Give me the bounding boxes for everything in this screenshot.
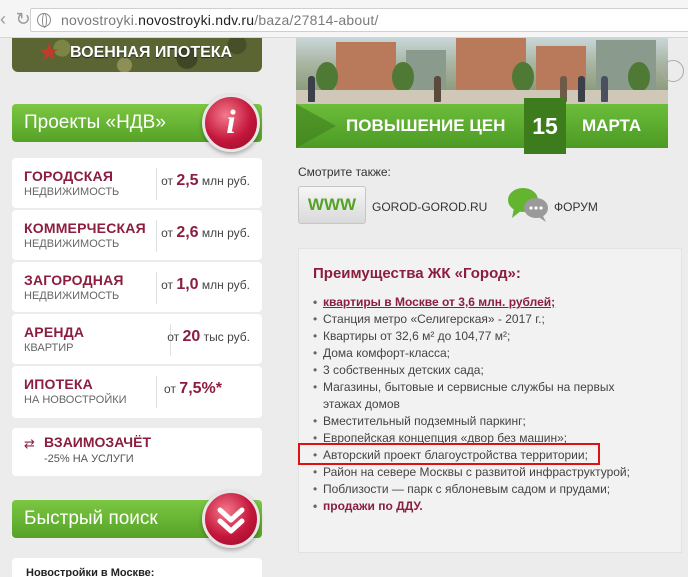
www-icon[interactable]: WWW: [298, 186, 366, 224]
price-increase-day: 15: [524, 98, 566, 154]
novostroyki-label: Новостройки в Москве:: [26, 567, 155, 577]
card-price: от 2,6 млн руб.: [161, 224, 250, 241]
back-arrow-icon[interactable]: ‹: [0, 10, 12, 28]
quick-search-label: Быстрый поиск: [24, 508, 158, 529]
card-title: ИПОТЕКА: [24, 376, 93, 392]
card-rent[interactable]: АРЕНДА КВАРТИР от 20 тыс руб.: [12, 314, 262, 364]
chevron-double-down-shape: [217, 507, 245, 534]
advantages-list: квартиры в Москве от 3,6 млн. рублей; Ст…: [313, 294, 643, 515]
card-mortgage[interactable]: ИПОТЕКА НА НОВОСТРОЙКИ от 7,5%*: [12, 366, 262, 418]
card-commercial-realty[interactable]: КОММЕРЧЕСКАЯ НЕДВИЖИМОСТЬ от 2,6 млн руб…: [12, 210, 262, 260]
main-content: ПОВЫШЕНИЕ ЦЕН 15 МАРТА Смотрите также: W…: [296, 38, 688, 577]
globe-icon: [37, 13, 51, 28]
card-subtitle: НЕДВИЖИМОСТЬ: [24, 238, 120, 250]
list-item: Дома комфорт-класса;: [313, 345, 643, 362]
card-subtitle: НА НОВОСТРОЙКИ: [24, 394, 127, 406]
price-increase-banner[interactable]: ПОВЫШЕНИЕ ЦЕН 15 МАРТА: [296, 98, 668, 154]
url-domain: novostroyki.ndv.ru: [138, 12, 255, 28]
list-item: Вместительный подземный паркинг;: [313, 413, 643, 430]
list-item: Квартиры от 32,6 м² до 104,77 м²;: [313, 328, 643, 345]
card-title: КОММЕРЧЕСКАЯ: [24, 220, 146, 236]
forum-chat-icon[interactable]: [506, 186, 550, 224]
browser-address-bar: ‹ ↻ novostroyki.novostroyki.ndv.ru/baza/…: [0, 0, 688, 38]
left-sidebar: ★ ВОЕННАЯ ИПОТЕКА Проекты «НДВ» i ГОРОДС…: [0, 38, 270, 577]
list-item-ddu: продажи по ДДУ.: [313, 498, 643, 515]
star-icon: ★: [38, 39, 60, 66]
list-item: 3 собственных детских сада;: [313, 362, 643, 379]
swap-icon: ⇄: [24, 436, 35, 451]
list-item: Район на севере Москвы с развитой инфрас…: [313, 464, 643, 481]
complex-photo-banner[interactable]: [296, 38, 668, 104]
price-increase-text: ПОВЫШЕНИЕ ЦЕН: [346, 116, 506, 135]
card-divider: [156, 168, 157, 200]
url-text: novostroyki.novostroyki.ndv.ru/baza/2781…: [61, 12, 379, 28]
advantage-item-price-link[interactable]: квартиры в Москве от 3,6 млн. рублей;: [313, 294, 643, 311]
card-city-realty[interactable]: ГОРОДСКАЯ НЕДВИЖИМОСТЬ от 2,5 млн руб.: [12, 158, 262, 208]
card-subtitle: КВАРТИР: [24, 342, 74, 354]
list-item: Поблизости — парк с яблоневым садом и пр…: [313, 481, 643, 498]
card-price: от 20 тыс руб.: [167, 328, 250, 345]
see-also-label: Смотрите также:: [298, 165, 391, 179]
novostroyki-box: Новостройки в Москве:: [12, 558, 262, 577]
chevron-double-down-icon[interactable]: [202, 490, 260, 548]
swap-subtitle: -25% НА УСЛУГИ: [44, 453, 134, 465]
forum-link[interactable]: ФОРУМ: [554, 200, 598, 214]
info-icon[interactable]: i: [202, 94, 260, 152]
card-price: от 7,5%*: [164, 380, 222, 397]
swap-title: ВЗАИМОЗАЧЁТ: [44, 434, 151, 450]
highlight-box: [298, 443, 600, 465]
banner-arrow-decoration: [296, 104, 336, 148]
advantages-title: Преимущества ЖК «Город»:: [313, 265, 521, 282]
url-path: /baza/27814-about/: [254, 12, 379, 28]
list-item: Станция метро «Селигерская» - 2017 г.;: [313, 311, 643, 328]
card-title: ГОРОДСКАЯ: [24, 168, 114, 184]
card-divider: [156, 376, 157, 408]
card-title: ЗАГОРОДНАЯ: [24, 272, 124, 288]
military-mortgage-banner[interactable]: ★ ВОЕННАЯ ИПОТЕКА: [12, 38, 262, 72]
card-subtitle: НЕДВИЖИМОСТЬ: [24, 290, 120, 302]
card-divider: [156, 272, 157, 304]
card-price: от 1,0 млн руб.: [161, 276, 250, 293]
mutual-offset-card[interactable]: ⇄ ВЗАИМОЗАЧЁТ -25% НА УСЛУГИ: [12, 428, 262, 476]
advantages-panel: Преимущества ЖК «Город»: квартиры в Моск…: [298, 248, 682, 553]
list-item: Магазины, бытовые и сервисные службы на …: [313, 379, 643, 413]
card-price: от 2,5 млн руб.: [161, 172, 250, 189]
card-title: АРЕНДА: [24, 324, 85, 340]
card-suburban-realty[interactable]: ЗАГОРОДНАЯ НЕДВИЖИМОСТЬ от 1,0 млн руб.: [12, 262, 262, 312]
military-banner-label: ВОЕННАЯ ИПОТЕКА: [70, 44, 233, 61]
gorod-gorod-link[interactable]: GOROD-GOROD.RU: [372, 200, 487, 214]
card-divider: [156, 220, 157, 252]
url-field[interactable]: novostroyki.novostroyki.ndv.ru/baza/2781…: [30, 8, 688, 32]
projects-header-label: Проекты «НДВ»: [24, 112, 166, 133]
card-subtitle: НЕДВИЖИМОСТЬ: [24, 186, 120, 198]
price-increase-month: МАРТА: [582, 116, 642, 135]
